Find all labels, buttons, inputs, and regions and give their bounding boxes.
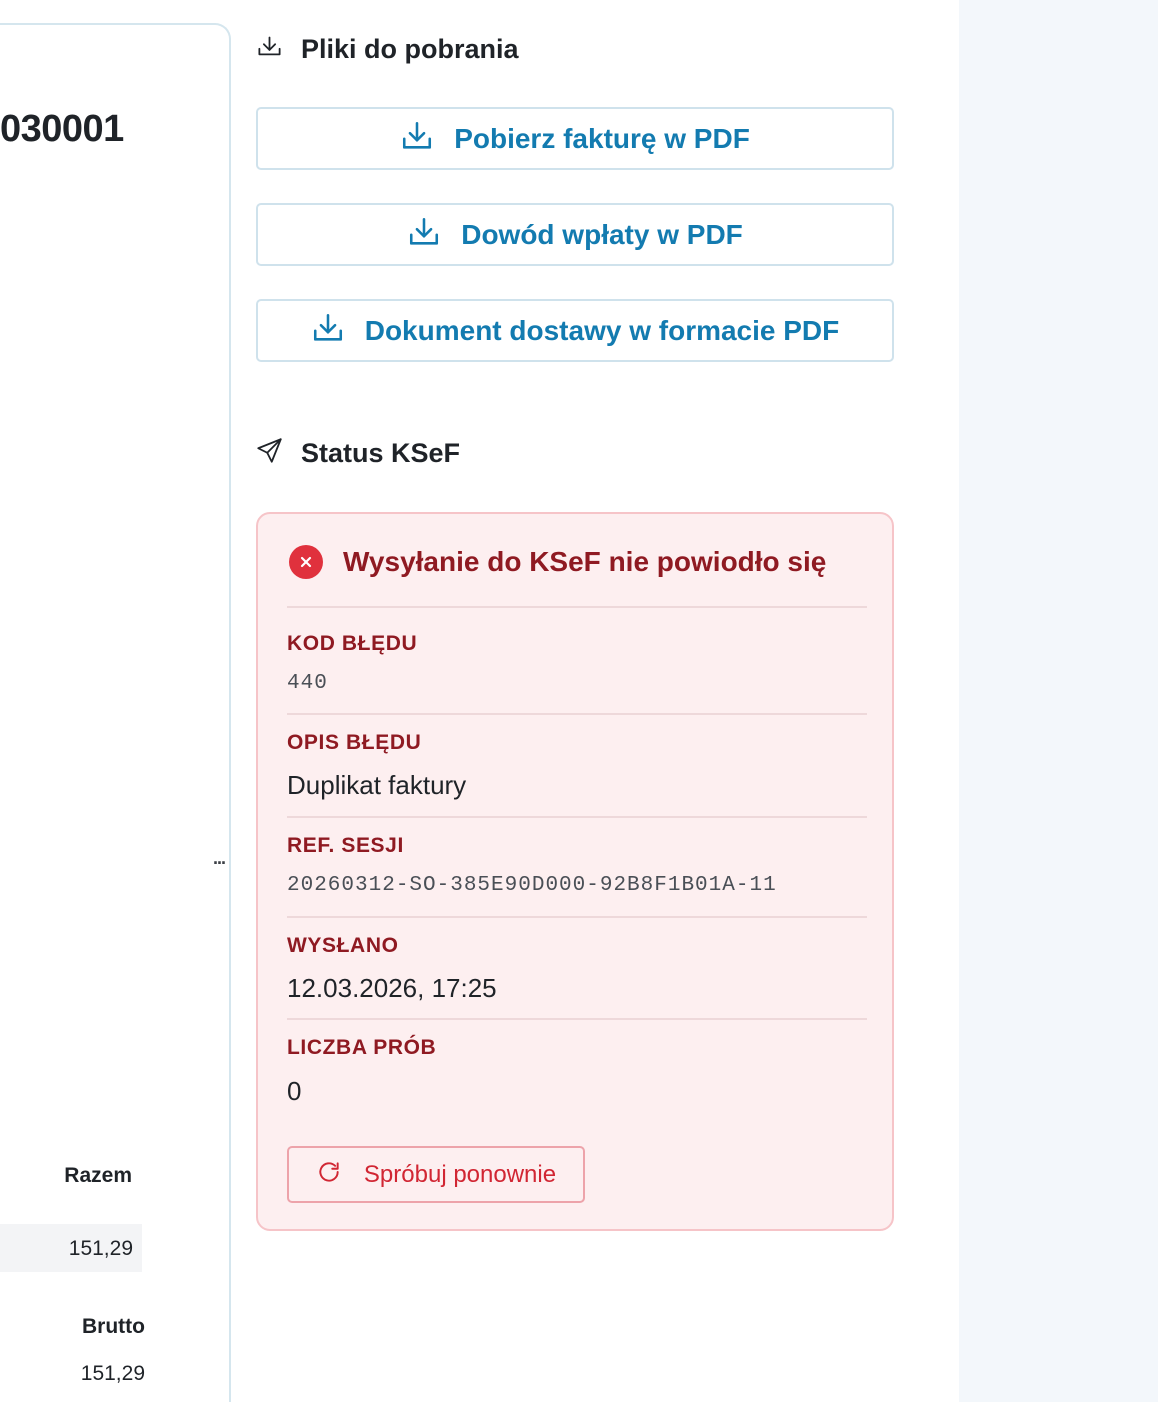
ksef-status-title: Status KSeF	[301, 437, 461, 468]
ksef-error-card: Wysyłanie do KSeF nie powiodło się KOD B…	[256, 512, 894, 1231]
error-code-value: 440	[287, 672, 328, 695]
error-title: Wysyłanie do KSeF nie powiodło się	[343, 546, 827, 577]
downloads-title: Pliki do pobrania	[301, 33, 519, 64]
divider	[287, 916, 867, 918]
attempts-label: LICZBA PRÓB	[287, 1036, 437, 1059]
error-desc-value: Duplikat faktury	[287, 770, 467, 800]
download-icon	[256, 33, 283, 65]
invoice-number: 030001	[0, 108, 124, 150]
retry-label: Spróbuj ponownie	[363, 1160, 557, 1188]
divider	[287, 1018, 867, 1020]
error-title-row: Wysyłanie do KSeF nie powiodło się	[289, 545, 826, 579]
download-icon	[400, 119, 434, 158]
attempts-value: 0	[287, 1076, 302, 1106]
more-ellipsis[interactable]: ...	[213, 848, 226, 869]
divider	[287, 606, 867, 608]
session-ref-label: REF. SESJI	[287, 834, 404, 857]
download-payment-proof-label: Dowód wpłaty w PDF	[461, 218, 743, 250]
download-delivery-doc-label: Dokument dostawy w formacie PDF	[364, 314, 840, 346]
download-icon	[407, 215, 441, 254]
download-invoice-pdf-button[interactable]: Pobierz fakturę w PDF	[256, 107, 894, 170]
send-icon	[256, 437, 283, 469]
session-ref-value: 20260312-SO-385E90D000-92B8F1B01A-11	[287, 874, 777, 897]
refresh-icon	[316, 1159, 342, 1190]
retry-button[interactable]: Spróbuj ponownie	[287, 1146, 585, 1203]
error-x-icon	[289, 545, 323, 579]
total-value: 151,29	[68, 1237, 133, 1260]
download-icon	[311, 311, 345, 350]
divider	[287, 713, 867, 715]
sent-label: WYSŁANO	[287, 934, 399, 957]
error-desc-label: OPIS BŁĘDU	[287, 731, 422, 754]
downloads-heading: Pliki do pobrania	[256, 33, 519, 65]
gross-column-header: Brutto	[82, 1315, 145, 1338]
gross-value: 151,29	[80, 1362, 145, 1385]
divider	[287, 816, 867, 818]
total-column-header: Razem	[64, 1164, 132, 1187]
download-delivery-doc-button[interactable]: Dokument dostawy w formacie PDF	[256, 299, 894, 362]
error-code-label: KOD BŁĘDU	[287, 632, 418, 655]
sent-value: 12.03.2026, 17:25	[287, 973, 497, 1003]
invoice-card	[0, 23, 231, 1402]
ksef-status-heading: Status KSeF	[256, 437, 460, 469]
download-invoice-pdf-label: Pobierz fakturę w PDF	[454, 122, 750, 154]
right-background-strip	[959, 0, 1158, 1402]
download-payment-proof-button[interactable]: Dowód wpłaty w PDF	[256, 203, 894, 266]
